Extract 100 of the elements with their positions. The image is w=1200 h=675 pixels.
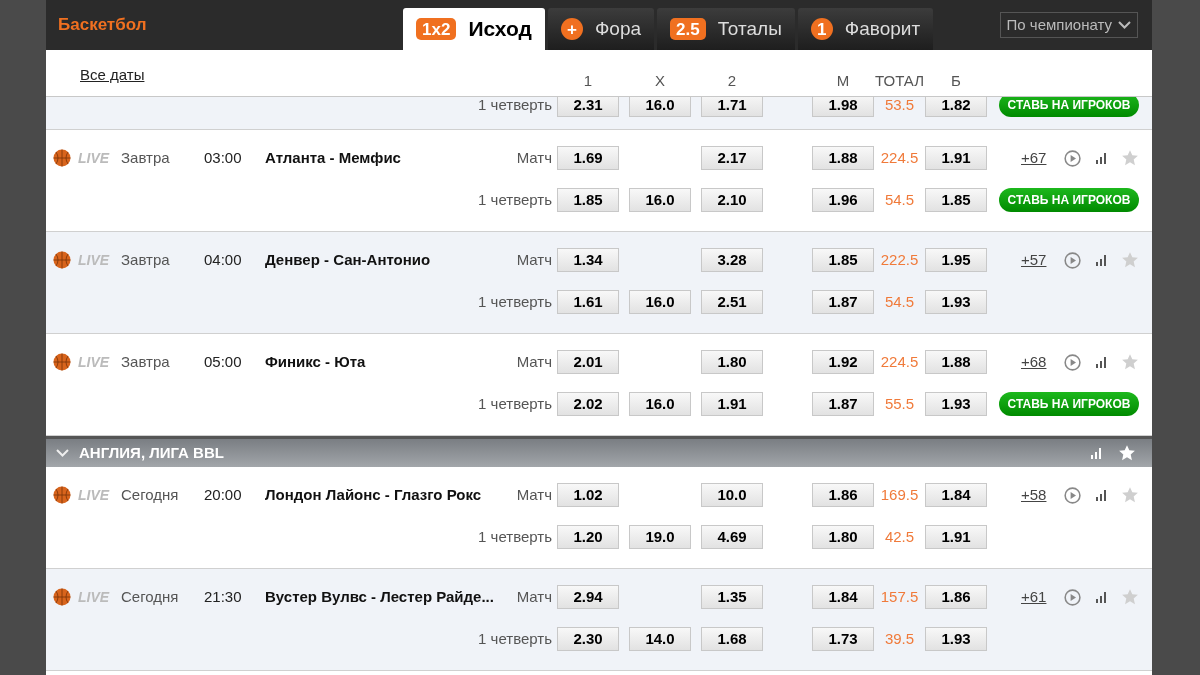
play-icon[interactable] [1063, 147, 1081, 169]
odds-button[interactable]: 2.31 [557, 97, 619, 117]
odds-button[interactable]: 1.91 [925, 146, 987, 170]
odds-button[interactable]: 1.86 [812, 483, 874, 507]
play-icon[interactable] [1063, 586, 1081, 608]
odds-button[interactable]: 2.17 [701, 146, 763, 170]
odds-button[interactable]: 19.0 [629, 525, 691, 549]
play-icon[interactable] [1063, 351, 1081, 373]
stats-bars-icon[interactable] [1095, 152, 1107, 164]
more-markets-link[interactable]: +57 [1021, 248, 1052, 272]
stats-bars-icon[interactable] [1095, 254, 1107, 266]
play-icon[interactable] [1063, 249, 1081, 271]
total-value: 224.5 [880, 351, 919, 372]
stats-bars-icon[interactable] [1090, 447, 1102, 459]
market-tab[interactable]: 1x2 Исход [403, 8, 545, 50]
odds-button[interactable]: 1.95 [925, 248, 987, 272]
match-time: 20:00 [204, 484, 243, 505]
market-tab[interactable]: + Фора [547, 8, 655, 50]
stats-bars-icon[interactable] [1095, 356, 1107, 368]
odds-button[interactable]: 1.91 [925, 525, 987, 549]
match-teams[interactable]: Вустер Вулвс - Лестер Райде... [265, 585, 494, 609]
odds-button[interactable]: 1.87 [812, 290, 874, 314]
match-teams[interactable]: Финикс - Юта [265, 350, 366, 374]
odds-button[interactable]: 1.88 [812, 146, 874, 170]
odds-button[interactable]: 16.0 [629, 188, 691, 212]
odds-button[interactable]: 1.93 [925, 392, 987, 416]
odds-button[interactable]: 1.80 [701, 350, 763, 374]
market-tab[interactable]: 2.5 Тоталы [657, 8, 795, 50]
odds-button[interactable]: 2.01 [557, 350, 619, 374]
odds-button[interactable]: 1.91 [701, 392, 763, 416]
odds-button[interactable]: 10.0 [701, 483, 763, 507]
chevron-down-icon [56, 449, 69, 457]
odds-button[interactable]: 1.34 [557, 248, 619, 272]
match-teams[interactable]: Атланта - Мемфис [265, 146, 401, 170]
star-icon[interactable] [1118, 444, 1136, 462]
odds-button[interactable]: 16.0 [629, 392, 691, 416]
odds-button[interactable]: 1.80 [812, 525, 874, 549]
star-icon[interactable] [1121, 486, 1139, 504]
match-teams[interactable]: Лондон Лайонс - Глазго Рокс [265, 483, 482, 507]
odds-button[interactable]: 1.98 [812, 97, 874, 117]
live-label: LIVE [78, 587, 111, 607]
odds-button[interactable]: 1.35 [701, 585, 763, 609]
odds-button[interactable]: 1.93 [925, 290, 987, 314]
odds-button[interactable]: 2.94 [557, 585, 619, 609]
odds-button[interactable]: 1.68 [701, 627, 763, 651]
odds-button[interactable]: 4.69 [701, 525, 763, 549]
all-dates-link[interactable]: Все даты [80, 66, 145, 83]
market-tab[interactable]: 1 Фаворит [797, 8, 934, 50]
stats-bars-icon[interactable] [1095, 591, 1107, 603]
odds-button[interactable]: 1.84 [812, 585, 874, 609]
live-label: LIVE [78, 148, 111, 168]
odds-button[interactable]: 1.86 [925, 585, 987, 609]
odds-button[interactable]: 1.87 [812, 392, 874, 416]
odds-button[interactable]: 1.82 [925, 97, 987, 117]
odds-button[interactable]: 1.96 [812, 188, 874, 212]
stats-bars-icon[interactable] [1095, 489, 1107, 501]
odds-button[interactable]: 1.02 [557, 483, 619, 507]
market-label: 1 четверть [478, 393, 552, 414]
odds-button[interactable]: 1.93 [925, 627, 987, 651]
odds-button[interactable]: 16.0 [629, 290, 691, 314]
odds-button[interactable]: 1.61 [557, 290, 619, 314]
tab-badge: + [560, 18, 583, 40]
match-teams[interactable]: Денвер - Сан-Антонио [265, 248, 431, 272]
odds-button[interactable]: 1.69 [557, 146, 619, 170]
odds-button[interactable]: 1.88 [925, 350, 987, 374]
odds-button[interactable]: 2.02 [557, 392, 619, 416]
more-markets-link[interactable]: +67 [1021, 146, 1052, 170]
match-day: Завтра [121, 350, 204, 374]
odds-button[interactable]: 2.30 [557, 627, 619, 651]
odds-button[interactable]: 14.0 [629, 627, 691, 651]
odds-button[interactable]: 16.0 [629, 97, 691, 117]
star-icon[interactable] [1121, 149, 1139, 167]
star-icon[interactable] [1121, 353, 1139, 371]
odds-button[interactable]: 2.51 [701, 290, 763, 314]
odds-button[interactable]: 1.85 [812, 248, 874, 272]
play-icon[interactable] [1063, 484, 1081, 506]
odds-button[interactable]: 1.92 [812, 350, 874, 374]
match-day: Сегодня [121, 483, 204, 507]
star-icon[interactable] [1121, 588, 1139, 606]
total-value: 55.5 [884, 393, 915, 414]
column-header: М [836, 70, 850, 91]
odds-button[interactable]: 1.85 [925, 188, 987, 212]
more-markets-link[interactable]: +58 [1021, 483, 1052, 507]
market-label: 1 четверть [478, 291, 552, 312]
basketball-icon [53, 251, 71, 269]
odds-button[interactable]: 1.85 [557, 188, 619, 212]
more-markets-link[interactable]: +61 [1021, 585, 1052, 609]
more-markets-link[interactable]: +68 [1021, 350, 1052, 374]
odds-button[interactable]: 1.84 [925, 483, 987, 507]
odds-button[interactable]: 2.10 [701, 188, 763, 212]
filter-dropdown[interactable]: По чемпионату [999, 12, 1138, 38]
odds-button[interactable]: 3.28 [701, 248, 763, 272]
live-label: LIVE [78, 352, 111, 372]
star-icon[interactable] [1121, 251, 1139, 269]
odds-button[interactable]: 1.73 [812, 627, 874, 651]
column-header: X [655, 70, 665, 91]
odds-button[interactable]: 1.20 [557, 525, 619, 549]
odds-button[interactable]: 1.71 [701, 97, 763, 117]
live-label: LIVE [78, 485, 111, 505]
total-value: 157.5 [880, 586, 919, 607]
